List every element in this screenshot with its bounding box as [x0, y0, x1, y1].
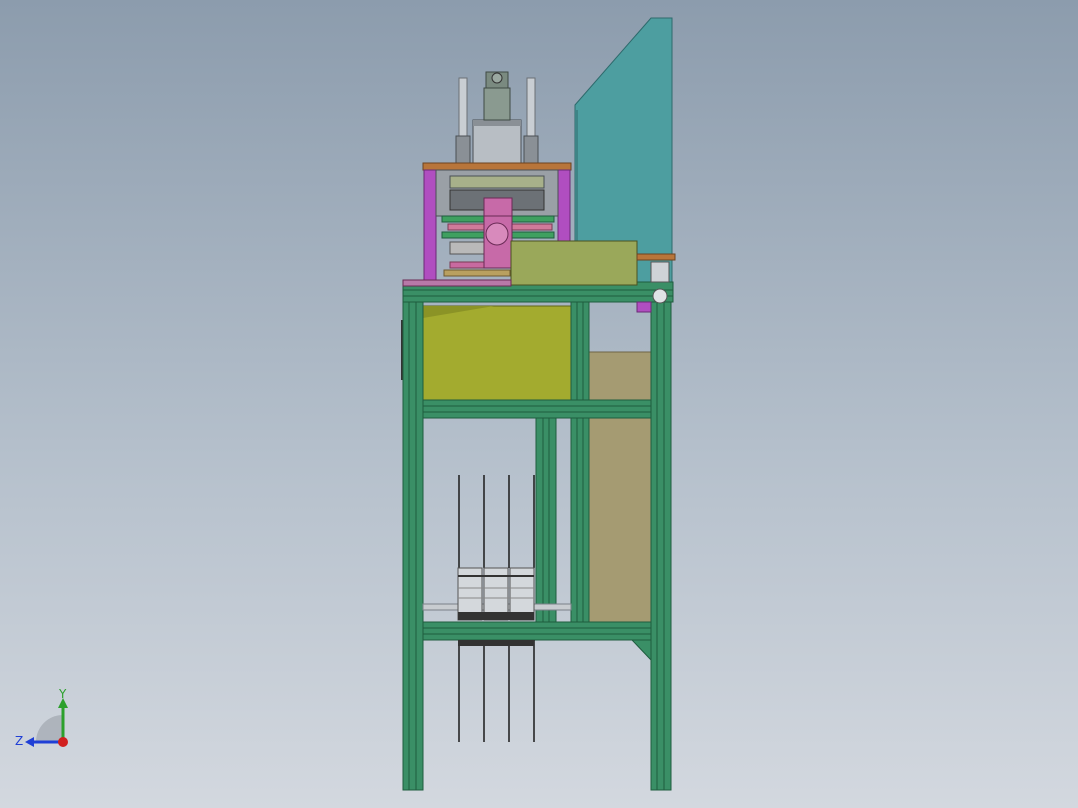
left-leg	[402, 301, 424, 791]
right-leg	[650, 301, 672, 791]
inner-post-a	[570, 301, 590, 623]
lower-crossbar	[422, 621, 652, 641]
machine-model[interactable]: Y Z	[0, 0, 1078, 808]
middle-crossbar	[422, 399, 652, 419]
olive-box	[422, 305, 574, 403]
triad-arc-icon	[36, 715, 63, 742]
inner-post-b	[535, 417, 557, 623]
khaki-side-panel	[587, 351, 654, 623]
x-axis-origin-icon	[58, 737, 68, 747]
coordinate-triad: Y Z	[15, 687, 68, 748]
mechanism-base-plate	[402, 279, 512, 287]
z-axis-label: Z	[15, 734, 23, 748]
y-axis-label: Y	[58, 687, 67, 701]
cad-viewport[interactable]: Y Z	[0, 0, 1078, 808]
